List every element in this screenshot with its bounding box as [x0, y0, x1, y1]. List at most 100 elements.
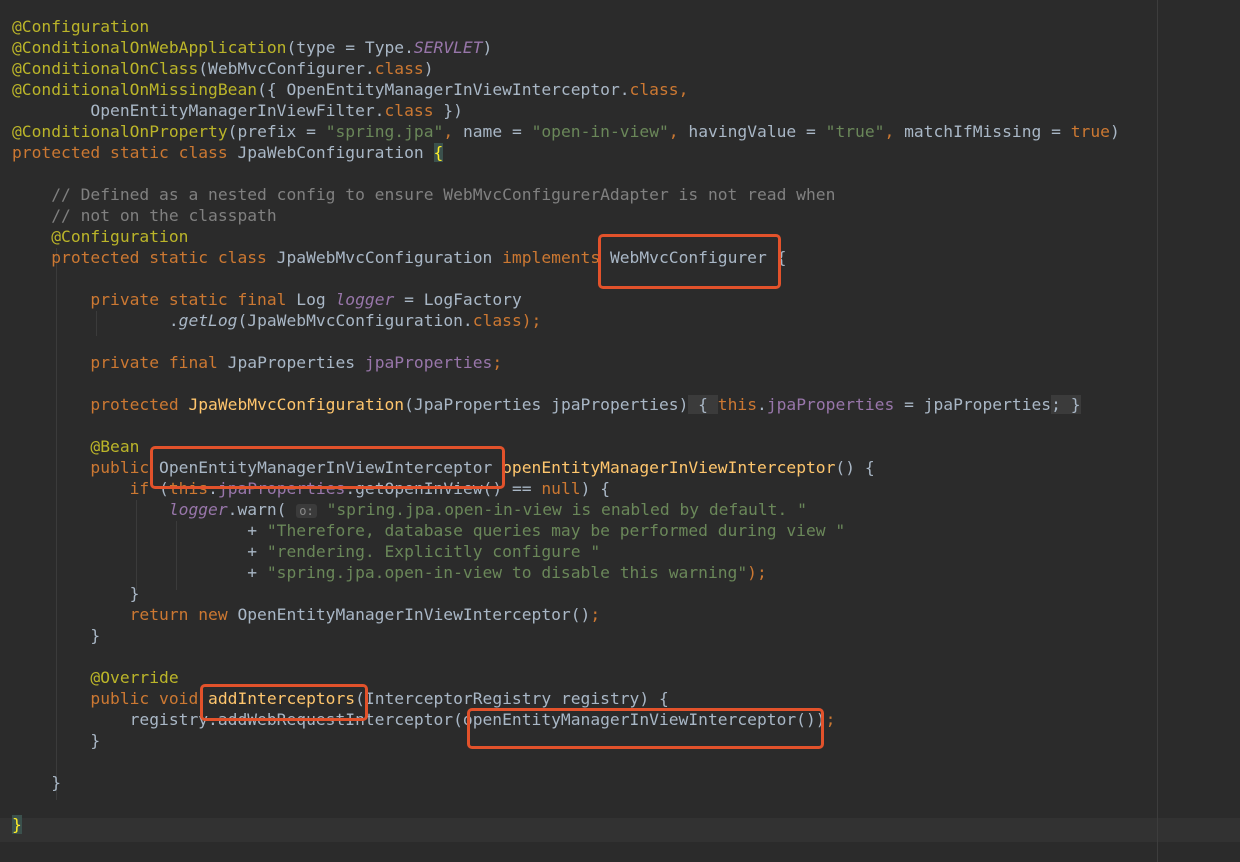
code-line[interactable]: } [12, 583, 1120, 604]
code-editor[interactable]: @Configuration @ConditionalOnWebApplicati… [0, 0, 1240, 862]
code-line[interactable]: + "Therefore, database queries may be pe… [12, 520, 1120, 541]
code-token: (type = Type. [286, 38, 414, 57]
code-line[interactable]: @ConditionalOnMissingBean({ OpenEntityMa… [12, 79, 1120, 100]
code-line[interactable] [12, 751, 1120, 772]
code-line[interactable]: protected JpaWebMvcConfiguration(JpaProp… [12, 394, 1120, 415]
code-token: // Defined as a nested config to ensure … [12, 185, 836, 204]
code-token: @ConditionalOnProperty [12, 122, 228, 141]
code-token: . [757, 395, 767, 414]
code-line[interactable]: + "rendering. Explicitly configure " [12, 541, 1120, 562]
code-token: getLog [178, 311, 238, 330]
code-token: "Therefore, database queries may be perf… [266, 521, 846, 540]
code-token: class [374, 59, 424, 78]
code-token: = LogFactory [394, 290, 522, 309]
code-token: "spring.jpa.open-in-view to disable this… [266, 563, 748, 582]
code-line[interactable] [12, 331, 1120, 352]
code-line[interactable]: public void addInterceptors(InterceptorR… [12, 688, 1120, 709]
code-token: = jpaProperties [894, 395, 1052, 414]
code-token: // not on the classpath [12, 206, 277, 225]
code-token: public [12, 458, 160, 477]
code-token: private final [12, 353, 228, 372]
code-token: @Override [12, 668, 179, 687]
code-token: "rendering. Explicitly configure " [266, 542, 601, 561]
code-token: , [884, 122, 905, 141]
code-token: } [12, 773, 62, 792]
code-line[interactable]: private static final Log logger = LogFac… [12, 289, 1120, 310]
code-line[interactable]: @ConditionalOnWebApplication(type = Type… [12, 37, 1120, 58]
code-token: ; [825, 710, 836, 729]
code-token: JpaWebMvcConfiguration [276, 248, 503, 267]
code-token: logger [335, 290, 395, 309]
code-line[interactable]: } [12, 814, 1120, 835]
code-line[interactable]: @Configuration [12, 226, 1120, 247]
highlight-box-webmvcconfigurer [598, 234, 781, 289]
code-token: ) [482, 38, 493, 57]
code-line[interactable]: // not on the classpath [12, 205, 1120, 226]
right-margin-guide [1157, 0, 1158, 862]
code-line[interactable]: logger.warn( o: "spring.jpa.open-in-view… [12, 499, 1120, 520]
code-token: null [541, 479, 581, 498]
code-line[interactable]: protected static class JpaWebConfigurati… [12, 142, 1120, 163]
code-line[interactable] [12, 163, 1120, 184]
code-token: name = [462, 122, 532, 141]
code-line[interactable] [12, 373, 1120, 394]
code-line[interactable]: private final JpaProperties jpaPropertie… [12, 352, 1120, 373]
code-line[interactable]: protected static class JpaWebMvcConfigur… [12, 247, 1120, 268]
code-token: class [629, 80, 679, 99]
code-token: implements [502, 248, 610, 267]
code-line[interactable] [12, 793, 1120, 814]
code-token: } [12, 584, 140, 603]
code-token: ) [1109, 122, 1120, 141]
code-line[interactable]: } [12, 772, 1120, 793]
code-token: ; [590, 605, 601, 624]
code-line[interactable] [12, 415, 1120, 436]
code-token: Log [296, 290, 336, 309]
code-line[interactable]: @Configuration [12, 16, 1120, 37]
code-token: havingValue = [688, 122, 826, 141]
code-token: @ConditionalOnClass [12, 59, 199, 78]
code-token: , [668, 122, 689, 141]
code-token: jpaProperties [766, 395, 895, 414]
code-token: SERVLET [413, 38, 483, 57]
code-token: (WebMvcConfigurer. [198, 59, 375, 78]
code-token: protected static class [12, 248, 277, 267]
highlight-box-interceptor-call [467, 708, 824, 749]
parameter-hint: o: [296, 504, 317, 518]
code-token: this [717, 395, 758, 414]
code-token: class [472, 311, 522, 330]
code-token: @ConditionalOnMissingBean [12, 80, 258, 99]
code-token: private static final [12, 290, 297, 309]
code-token: + [12, 521, 267, 540]
code-token: return new [12, 605, 238, 624]
code-line[interactable]: + "spring.jpa.open-in-view to disable th… [12, 562, 1120, 583]
code-token: protected static class [12, 143, 238, 162]
code-token: openEntityManagerInViewInterceptor [502, 458, 836, 477]
code-line[interactable]: OpenEntityManagerInViewFilter.class }) [12, 100, 1120, 121]
code-line[interactable]: // Defined as a nested config to ensure … [12, 184, 1120, 205]
code-line[interactable]: @ConditionalOnClass(WebMvcConfigurer.cla… [12, 58, 1120, 79]
code-token: { [688, 395, 718, 414]
code-token: (prefix = [227, 122, 326, 141]
code-line[interactable] [12, 268, 1120, 289]
code-token: .warn( [227, 500, 297, 519]
code-token: jpaProperties [364, 353, 493, 372]
code-token: ) [423, 59, 434, 78]
code-line[interactable]: @Override [12, 667, 1120, 688]
code-token: @Bean [12, 437, 140, 456]
code-line[interactable]: .getLog(JpaWebMvcConfiguration.class); [12, 310, 1120, 331]
code-token: "open-in-view" [531, 122, 669, 141]
code-token: true [1070, 122, 1110, 141]
code-token: @Configuration [12, 227, 189, 246]
code-token: , [678, 80, 689, 99]
code-token: ); [747, 563, 767, 582]
code-token: () { [835, 458, 875, 477]
code-token: public void [12, 689, 209, 708]
code-token: (JpaWebMvcConfiguration. [237, 311, 473, 330]
code-line[interactable]: } [12, 625, 1120, 646]
code-line[interactable]: return new OpenEntityManagerInViewInterc… [12, 604, 1120, 625]
code-line[interactable] [12, 646, 1120, 667]
code-line[interactable]: @ConditionalOnProperty(prefix = "spring.… [12, 121, 1120, 142]
code-token: ({ OpenEntityManagerInViewInterceptor. [257, 80, 630, 99]
